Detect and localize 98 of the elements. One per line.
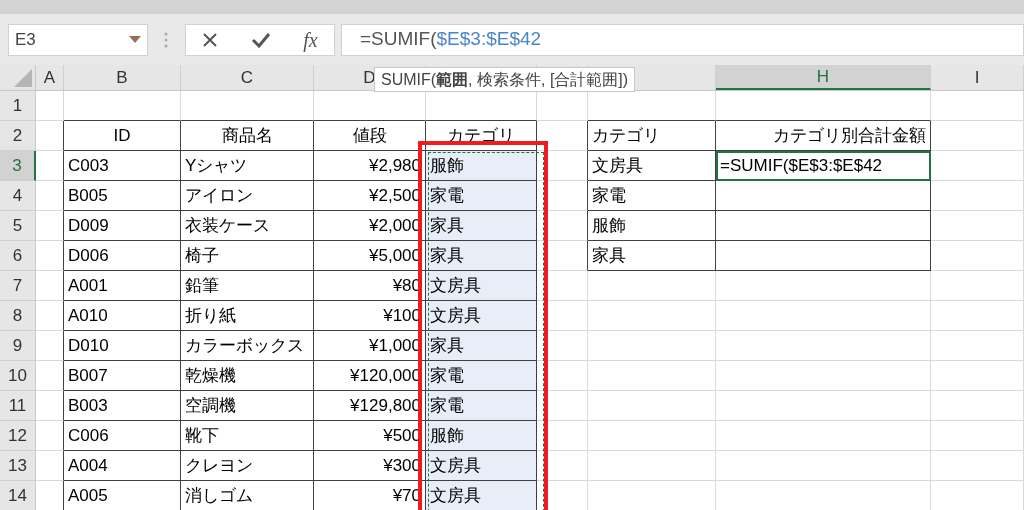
grid-cell: [537, 361, 588, 391]
cancel-icon[interactable]: [202, 31, 219, 48]
table-cell: アイロン: [181, 181, 314, 211]
grid-cell: [36, 451, 64, 481]
row-header[interactable]: 5: [0, 211, 36, 241]
table-cell: クレヨン: [181, 451, 314, 481]
insert-function-button[interactable]: fx: [303, 24, 318, 55]
row-header[interactable]: 11: [0, 391, 36, 421]
table-cell: 家具: [588, 241, 716, 271]
table-cell: 家電: [588, 181, 716, 211]
column-header[interactable]: C: [240, 64, 254, 91]
table-cell: 衣装ケース: [181, 211, 314, 241]
grid-cell: [36, 421, 64, 451]
table-cell: D006: [64, 241, 181, 271]
grid-cell: [36, 331, 64, 361]
grid-cell: [537, 241, 588, 271]
table-cell: A004: [64, 451, 181, 481]
table-cell: 文房具: [588, 151, 716, 181]
table-cell: B003: [64, 391, 181, 421]
table-cell: 乾燥機: [181, 361, 314, 391]
grid-cell: [537, 211, 588, 241]
row-header[interactable]: 3: [0, 151, 36, 181]
grid-cell: [36, 271, 64, 301]
table-cell: 家具: [426, 211, 537, 241]
table-cell: 家具: [426, 241, 537, 271]
column-header[interactable]: A: [43, 64, 56, 91]
table-cell: 文房具: [426, 451, 537, 481]
row-header[interactable]: 12: [0, 421, 36, 451]
row-header[interactable]: 10: [0, 361, 36, 391]
grid-cell: [537, 121, 588, 151]
grid-cell: [537, 421, 588, 451]
table-cell: 家電: [426, 391, 537, 421]
grid-cell: [36, 241, 64, 271]
table-cell: 空調機: [181, 391, 314, 421]
table-cell: 服飾: [426, 421, 537, 451]
table-cell: 文房具: [426, 481, 537, 510]
row-header[interactable]: 6: [0, 241, 36, 271]
row-header[interactable]: 4: [0, 181, 36, 211]
grid-cell: [537, 91, 588, 121]
table-cell: 折り紙: [181, 301, 314, 331]
formula-field[interactable]: =SUMIF($E$3:$E$42: [341, 23, 1024, 56]
column-heading: カテゴリ: [588, 121, 716, 151]
grid-cell: [537, 391, 588, 421]
checkmark-icon[interactable]: [250, 31, 271, 48]
table-cell: 鉛筆: [181, 271, 314, 301]
grid-cell: [537, 451, 588, 481]
row-header[interactable]: 2: [0, 121, 36, 151]
column-header[interactable]: I: [974, 64, 980, 91]
grid-cell: [36, 121, 64, 151]
table-cell: 服飾: [588, 211, 716, 241]
cell-reference: E3: [15, 28, 36, 51]
active-cell[interactable]: =SUMIF($E$3:$E$42: [716, 151, 931, 181]
grid-cell: [537, 271, 588, 301]
row-header[interactable]: 1: [0, 91, 36, 121]
column-heading: ID: [64, 121, 181, 151]
table-cell: 家電: [426, 181, 537, 211]
table-cell: 靴下: [181, 421, 314, 451]
function-tooltip: SUMIF(範囲, 検索条件, [合計範囲]): [374, 67, 636, 92]
table-cell: 家具: [426, 331, 537, 361]
row-header[interactable]: 14: [0, 481, 36, 510]
table-cell: B005: [64, 181, 181, 211]
column-header[interactable]: B: [116, 64, 128, 91]
row-header[interactable]: 9: [0, 331, 36, 361]
table-cell: 文房具: [426, 301, 537, 331]
column-heading: 値段: [314, 121, 426, 151]
column-heading: 商品名: [181, 121, 314, 151]
table-cell: A001: [64, 271, 181, 301]
grid-cell: [537, 301, 588, 331]
grid-cell: [36, 181, 64, 211]
formula-text: =SUMIF($E$3:$E$42: [360, 27, 542, 52]
row-header[interactable]: 13: [0, 451, 36, 481]
dropdown-caret-icon[interactable]: [129, 36, 141, 43]
table-cell: C003: [64, 151, 181, 181]
table-cell: D010: [64, 331, 181, 361]
grid-cell: [537, 331, 588, 361]
table-cell: D009: [64, 211, 181, 241]
name-box[interactable]: E3: [8, 23, 148, 56]
grid-cell: [36, 361, 64, 391]
row-header[interactable]: 7: [0, 271, 36, 301]
table-cell: 椅子: [181, 241, 314, 271]
drag-handle-icon[interactable]: [164, 31, 168, 48]
table-cell: Yシャツ: [181, 151, 314, 181]
column-header[interactable]: H: [816, 63, 830, 90]
column-heading: カテゴリ別合計金額: [716, 121, 931, 151]
table-cell: B007: [64, 361, 181, 391]
table-cell: C006: [64, 421, 181, 451]
table-cell: 家電: [426, 361, 537, 391]
row-header[interactable]: 8: [0, 301, 36, 331]
table-cell: A010: [64, 301, 181, 331]
grid-cell: [537, 151, 588, 181]
table-cell: カラーボックス: [181, 331, 314, 361]
grid-cell: [36, 391, 64, 421]
table-cell: 服飾: [426, 151, 537, 181]
table-cell: 文房具: [426, 271, 537, 301]
grid-cell: [36, 301, 64, 331]
grid-cell: [36, 211, 64, 241]
grid-cell: [36, 151, 64, 181]
grid-cell: [537, 181, 588, 211]
